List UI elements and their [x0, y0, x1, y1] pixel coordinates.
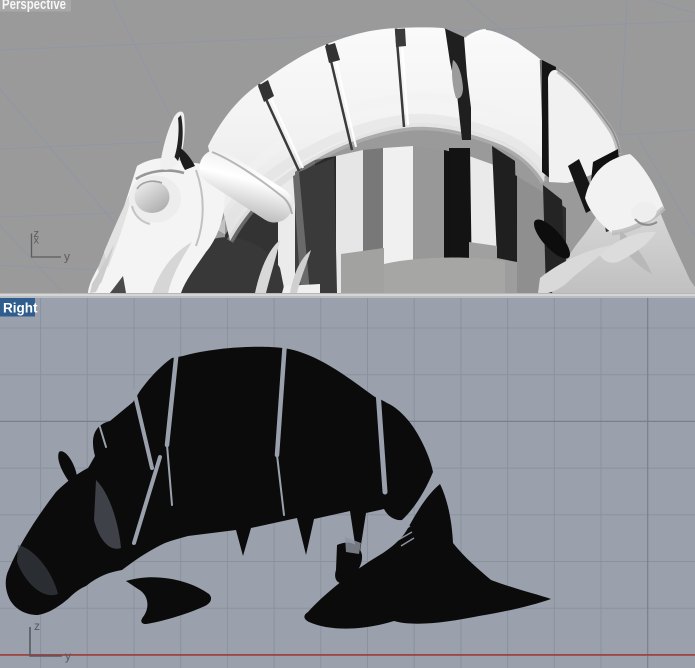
- svg-text:y: y: [64, 250, 70, 264]
- svg-text:x: x: [34, 235, 40, 247]
- svg-text:y: y: [65, 649, 71, 663]
- svg-text:Right: Right: [3, 301, 38, 316]
- svg-text:Perspective: Perspective: [2, 0, 66, 13]
- svg-text:z: z: [34, 619, 40, 633]
